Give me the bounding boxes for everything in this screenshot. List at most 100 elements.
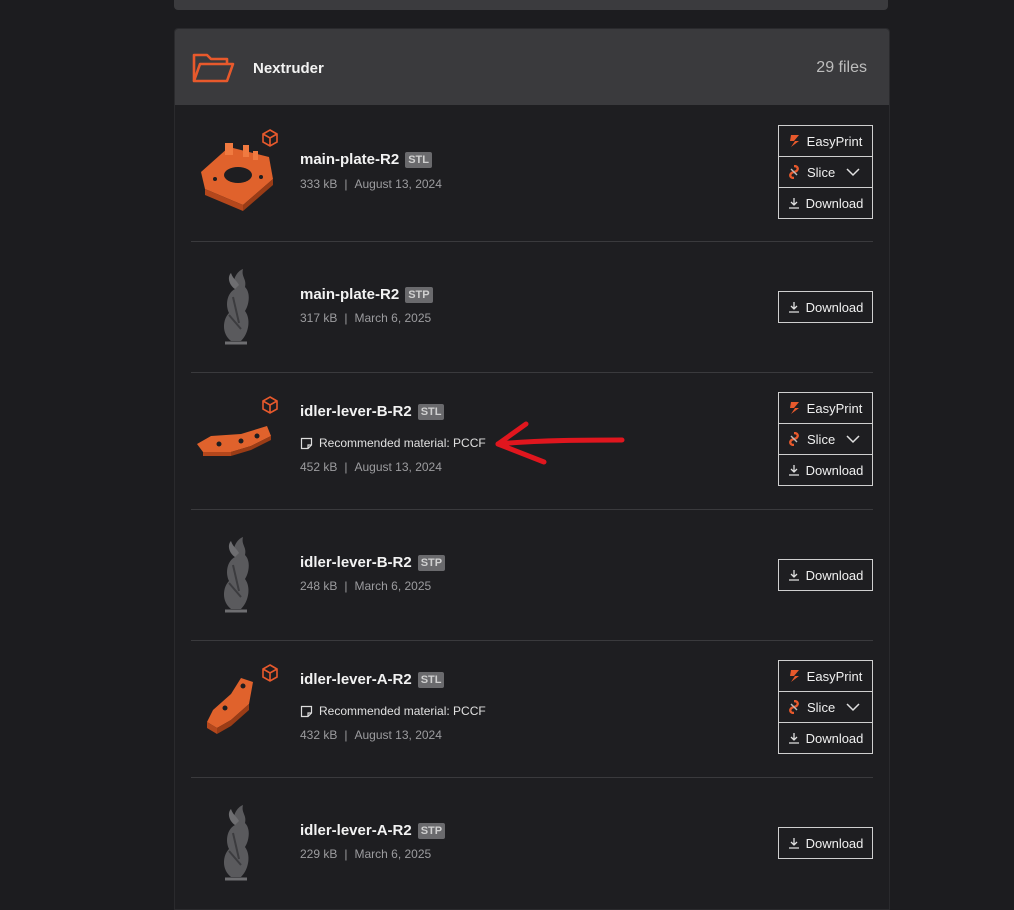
file-title: main-plate-R2 STL bbox=[300, 151, 432, 168]
action-buttons: Download bbox=[778, 291, 873, 323]
file-row: idler-lever-A-R2 STP 229 kB | March 6, 202… bbox=[191, 777, 873, 908]
file-name[interactable]: idler-lever-B-R2 bbox=[300, 403, 412, 420]
file-size: 452 kB bbox=[300, 460, 338, 474]
easyprint-icon bbox=[789, 670, 799, 682]
easyprint-label: EasyPrint bbox=[806, 400, 863, 416]
download-button[interactable]: Download bbox=[778, 454, 873, 486]
chevron-down-icon[interactable] bbox=[846, 167, 860, 177]
download-icon bbox=[788, 733, 799, 744]
cube-icon bbox=[262, 664, 278, 682]
note-icon bbox=[300, 437, 313, 449]
download-button[interactable]: Download bbox=[778, 187, 873, 219]
file-size: 229 kB bbox=[300, 847, 338, 861]
slice-button[interactable]: Slice bbox=[778, 156, 873, 188]
material-note: Recommended material: PCCF bbox=[300, 436, 486, 450]
file-meta: 452 kB | August 13, 2024 bbox=[300, 460, 442, 474]
easyprint-icon bbox=[789, 135, 799, 147]
file-title: idler-lever-A-R2 STL bbox=[300, 671, 445, 688]
slice-button[interactable]: Slice bbox=[778, 423, 873, 455]
download-button[interactable]: Download bbox=[778, 559, 873, 591]
chevron-down-icon[interactable] bbox=[846, 702, 860, 712]
download-icon bbox=[788, 465, 799, 476]
download-icon bbox=[788, 838, 799, 849]
file-count: 29 files bbox=[816, 59, 867, 76]
file-meta: 229 kB | March 6, 2025 bbox=[300, 847, 432, 861]
easyprint-icon bbox=[789, 402, 799, 414]
file-type-badge: STL bbox=[405, 151, 432, 168]
download-label: Download bbox=[805, 835, 864, 851]
file-meta: 317 kB | March 6, 2025 bbox=[300, 311, 432, 325]
download-button[interactable]: Download bbox=[778, 827, 873, 859]
easyprint-button[interactable]: EasyPrint bbox=[778, 660, 873, 692]
download-button[interactable]: Download bbox=[778, 291, 873, 323]
file-date: August 13, 2024 bbox=[354, 460, 442, 474]
material-note: Recommended material: PCCF bbox=[300, 704, 486, 718]
file-row: idler-lever-B-R2 STP 248 kB | March 6, 202… bbox=[191, 509, 873, 641]
stp-thumbnail[interactable] bbox=[191, 531, 281, 621]
file-row: main-plate-R2 STP 317 kB | March 6, 2025 D… bbox=[191, 241, 873, 373]
file-meta: 248 kB | March 6, 2025 bbox=[300, 579, 432, 593]
file-title: idler-lever-B-R2 STL bbox=[300, 403, 445, 420]
material-note-text: Recommended material: PCCF bbox=[319, 436, 486, 450]
download-label: Download bbox=[805, 567, 864, 583]
file-title: idler-lever-B-R2 STP bbox=[300, 554, 446, 571]
file-type-badge: STL bbox=[417, 403, 445, 420]
action-buttons: Download bbox=[778, 559, 873, 591]
slice-icon bbox=[789, 165, 799, 179]
file-name[interactable]: main-plate-R2 bbox=[300, 151, 399, 168]
file-date: August 13, 2024 bbox=[354, 728, 442, 742]
easyprint-button[interactable]: EasyPrint bbox=[778, 392, 873, 424]
slice-label: Slice bbox=[807, 700, 836, 715]
download-button[interactable]: Download bbox=[778, 722, 873, 754]
chevron-down-icon[interactable] bbox=[846, 434, 860, 444]
file-date: August 13, 2024 bbox=[354, 177, 442, 191]
red-arrow-annotation bbox=[495, 421, 625, 465]
slice-icon bbox=[789, 700, 799, 714]
stp-thumbnail[interactable] bbox=[191, 799, 281, 889]
easyprint-label: EasyPrint bbox=[806, 668, 863, 684]
note-icon bbox=[300, 705, 313, 717]
download-label: Download bbox=[805, 195, 864, 211]
download-icon bbox=[788, 570, 799, 581]
slice-icon bbox=[789, 432, 799, 446]
download-label: Download bbox=[805, 462, 864, 478]
file-meta: 333 kB | August 13, 2024 bbox=[300, 177, 442, 191]
file-row: idler-lever-A-R2 STL Recommended materia… bbox=[191, 640, 873, 778]
file-name[interactable]: idler-lever-A-R2 bbox=[300, 671, 412, 688]
download-icon bbox=[788, 198, 799, 209]
folder-header[interactable]: Nextruder 29 files bbox=[175, 29, 889, 105]
file-type-badge: STP bbox=[417, 822, 446, 839]
slice-button[interactable]: Slice bbox=[778, 691, 873, 723]
slice-label: Slice bbox=[807, 432, 836, 447]
file-date: March 6, 2025 bbox=[354, 579, 432, 593]
file-type-badge: STP bbox=[417, 554, 446, 571]
file-title: idler-lever-A-R2 STP bbox=[300, 822, 446, 839]
file-date: March 6, 2025 bbox=[354, 847, 432, 861]
easyprint-button[interactable]: EasyPrint bbox=[778, 125, 873, 157]
action-buttons: EasyPrint Slice Download bbox=[778, 125, 873, 219]
material-note-text: Recommended material: PCCF bbox=[319, 704, 486, 718]
easyprint-label: EasyPrint bbox=[806, 133, 863, 149]
folder-icon bbox=[192, 53, 235, 83]
file-name[interactable]: idler-lever-B-R2 bbox=[300, 554, 412, 571]
file-type-badge: STP bbox=[405, 286, 433, 303]
file-title: main-plate-R2 STP bbox=[300, 286, 433, 303]
previous-panel-edge bbox=[174, 0, 888, 10]
action-buttons: EasyPrint Slice Download bbox=[778, 392, 873, 486]
file-name[interactable]: idler-lever-A-R2 bbox=[300, 822, 412, 839]
action-buttons: EasyPrint Slice Download bbox=[778, 660, 873, 754]
download-label: Download bbox=[805, 730, 864, 746]
download-icon bbox=[788, 302, 799, 313]
file-name[interactable]: main-plate-R2 bbox=[300, 286, 399, 303]
stp-thumbnail[interactable] bbox=[191, 263, 281, 353]
file-size: 333 kB bbox=[300, 177, 338, 191]
file-size: 317 kB bbox=[300, 311, 338, 325]
folder-title[interactable]: Nextruder bbox=[253, 60, 324, 77]
file-type-badge: STL bbox=[417, 671, 445, 688]
file-meta: 432 kB | August 13, 2024 bbox=[300, 728, 442, 742]
file-size: 248 kB bbox=[300, 579, 338, 593]
slice-label: Slice bbox=[807, 165, 836, 180]
cube-icon bbox=[262, 129, 278, 147]
file-size: 432 kB bbox=[300, 728, 338, 742]
file-row: main-plate-R2 STL 333 kB | August 13, 2024… bbox=[191, 105, 873, 242]
